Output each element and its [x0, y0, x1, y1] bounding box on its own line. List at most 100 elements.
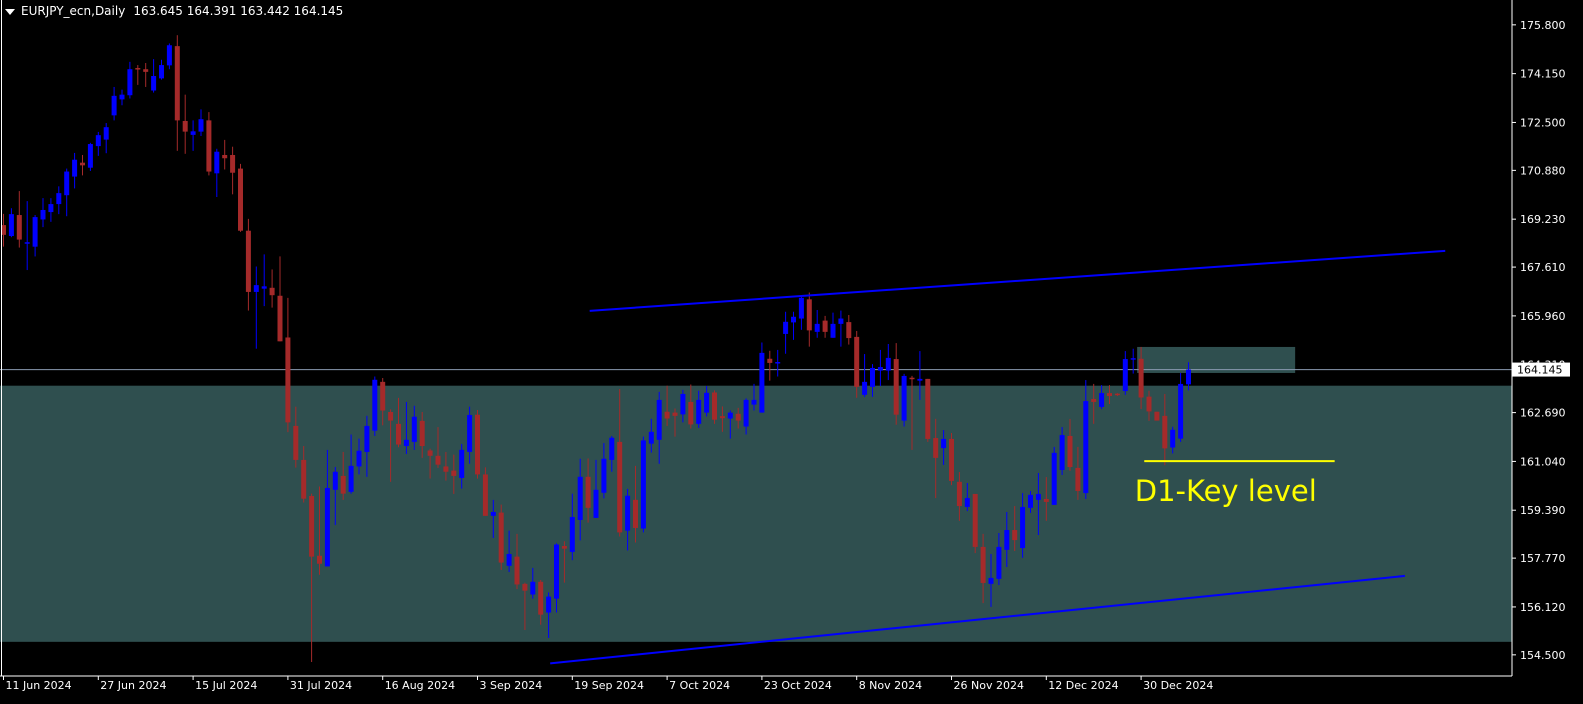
collapse-triangle-icon[interactable] — [5, 8, 15, 15]
candle — [87, 142, 93, 171]
candle-body — [933, 438, 939, 458]
candle — [64, 168, 70, 217]
candle-body — [348, 465, 354, 492]
candle-body — [324, 488, 330, 567]
candle-body — [585, 476, 591, 508]
candle-body — [1020, 506, 1026, 549]
candle-body — [640, 440, 646, 529]
candle — [475, 409, 480, 479]
time-tick-label: 12 Dec 2024 — [1048, 679, 1118, 692]
candle — [222, 139, 228, 170]
candle-body — [427, 450, 433, 456]
price-tick-label: 172.500 — [1520, 116, 1566, 129]
price-tick-label: 154.500 — [1520, 649, 1566, 662]
candle-body — [269, 287, 275, 296]
candle-body — [166, 45, 172, 66]
candle-body — [174, 46, 180, 121]
candle-body — [917, 378, 923, 381]
candle-body — [340, 475, 346, 494]
candle — [1051, 446, 1057, 505]
candle-body — [569, 517, 575, 552]
candle-body — [238, 168, 243, 231]
candle-body — [727, 412, 733, 419]
candle — [151, 59, 157, 93]
candle — [198, 109, 204, 137]
candle-body — [498, 512, 504, 563]
candle-body — [830, 323, 836, 338]
main-zone[interactable] — [0, 385, 1512, 642]
candle-body — [648, 431, 654, 444]
price-tick-label: 156.120 — [1520, 601, 1566, 614]
candle-body — [877, 367, 883, 371]
candle — [238, 163, 243, 232]
candle-body — [1122, 359, 1128, 392]
candle-body — [64, 171, 70, 196]
candle-body — [909, 377, 915, 380]
candle — [95, 131, 101, 156]
price-tick-label: 162.690 — [1520, 407, 1566, 420]
candle — [206, 112, 212, 176]
candle-body — [411, 416, 417, 442]
candle-body — [356, 450, 362, 467]
candle-body — [822, 320, 828, 332]
candle-body — [1075, 467, 1081, 491]
symbol-timeframe: EURJPY_ecn,Daily — [21, 4, 126, 18]
candle — [190, 120, 196, 151]
candle — [372, 376, 378, 436]
current-price-label: 164.145 — [1517, 364, 1563, 377]
candle-body — [80, 162, 85, 166]
time-tick-label: 7 Oct 2024 — [669, 679, 730, 692]
candle-body — [372, 379, 378, 431]
candle-body — [949, 438, 954, 481]
candle — [159, 59, 164, 80]
candle — [482, 467, 488, 516]
candle — [277, 256, 283, 342]
candle — [269, 269, 275, 308]
candle — [80, 154, 85, 176]
candle — [838, 310, 844, 347]
candle — [261, 254, 267, 307]
chart-header: EURJPY_ecn,Daily 163.645 164.391 163.442 … — [5, 4, 343, 18]
candle-body — [561, 546, 567, 549]
candle-body — [546, 596, 552, 613]
candle-body — [735, 413, 741, 421]
candle-body — [719, 416, 725, 419]
candle-body — [111, 95, 117, 116]
candle — [814, 309, 820, 338]
candle-body — [972, 493, 978, 547]
candle — [783, 311, 789, 354]
price-tick-label: 167.610 — [1520, 261, 1566, 274]
candle-body — [964, 498, 970, 507]
candle-body — [403, 439, 409, 447]
candle — [893, 343, 899, 425]
candle — [174, 35, 180, 151]
candle-body — [48, 204, 54, 213]
time-tick-label: 23 Oct 2024 — [764, 679, 832, 692]
price-chart[interactable]: D1-Key level 175.800 174.150 172.500 170.88… — [0, 0, 1583, 704]
candle-body — [151, 76, 157, 91]
candle-body — [672, 412, 678, 416]
upper-trendline[interactable] — [589, 249, 1446, 312]
candle — [245, 218, 251, 311]
candle-body — [159, 65, 164, 79]
candle — [253, 266, 259, 349]
candle-body — [838, 318, 844, 324]
small-zone[interactable] — [1137, 346, 1296, 373]
candle-body — [364, 425, 370, 452]
candle — [1154, 411, 1160, 421]
candle-body — [467, 414, 473, 452]
candle-body — [538, 581, 544, 615]
candle — [127, 61, 133, 99]
candle-body — [1162, 415, 1168, 449]
candle-body — [261, 286, 267, 289]
candle-body — [846, 322, 852, 339]
candle-body — [459, 449, 465, 478]
candle-body — [135, 68, 141, 70]
candle-body — [893, 359, 899, 415]
candle-body — [1059, 435, 1065, 470]
candle-body — [901, 375, 907, 421]
candle-body — [625, 495, 631, 531]
candle-body — [688, 401, 694, 425]
candle-body — [119, 94, 125, 100]
price-tick-label: 169.230 — [1520, 213, 1566, 226]
